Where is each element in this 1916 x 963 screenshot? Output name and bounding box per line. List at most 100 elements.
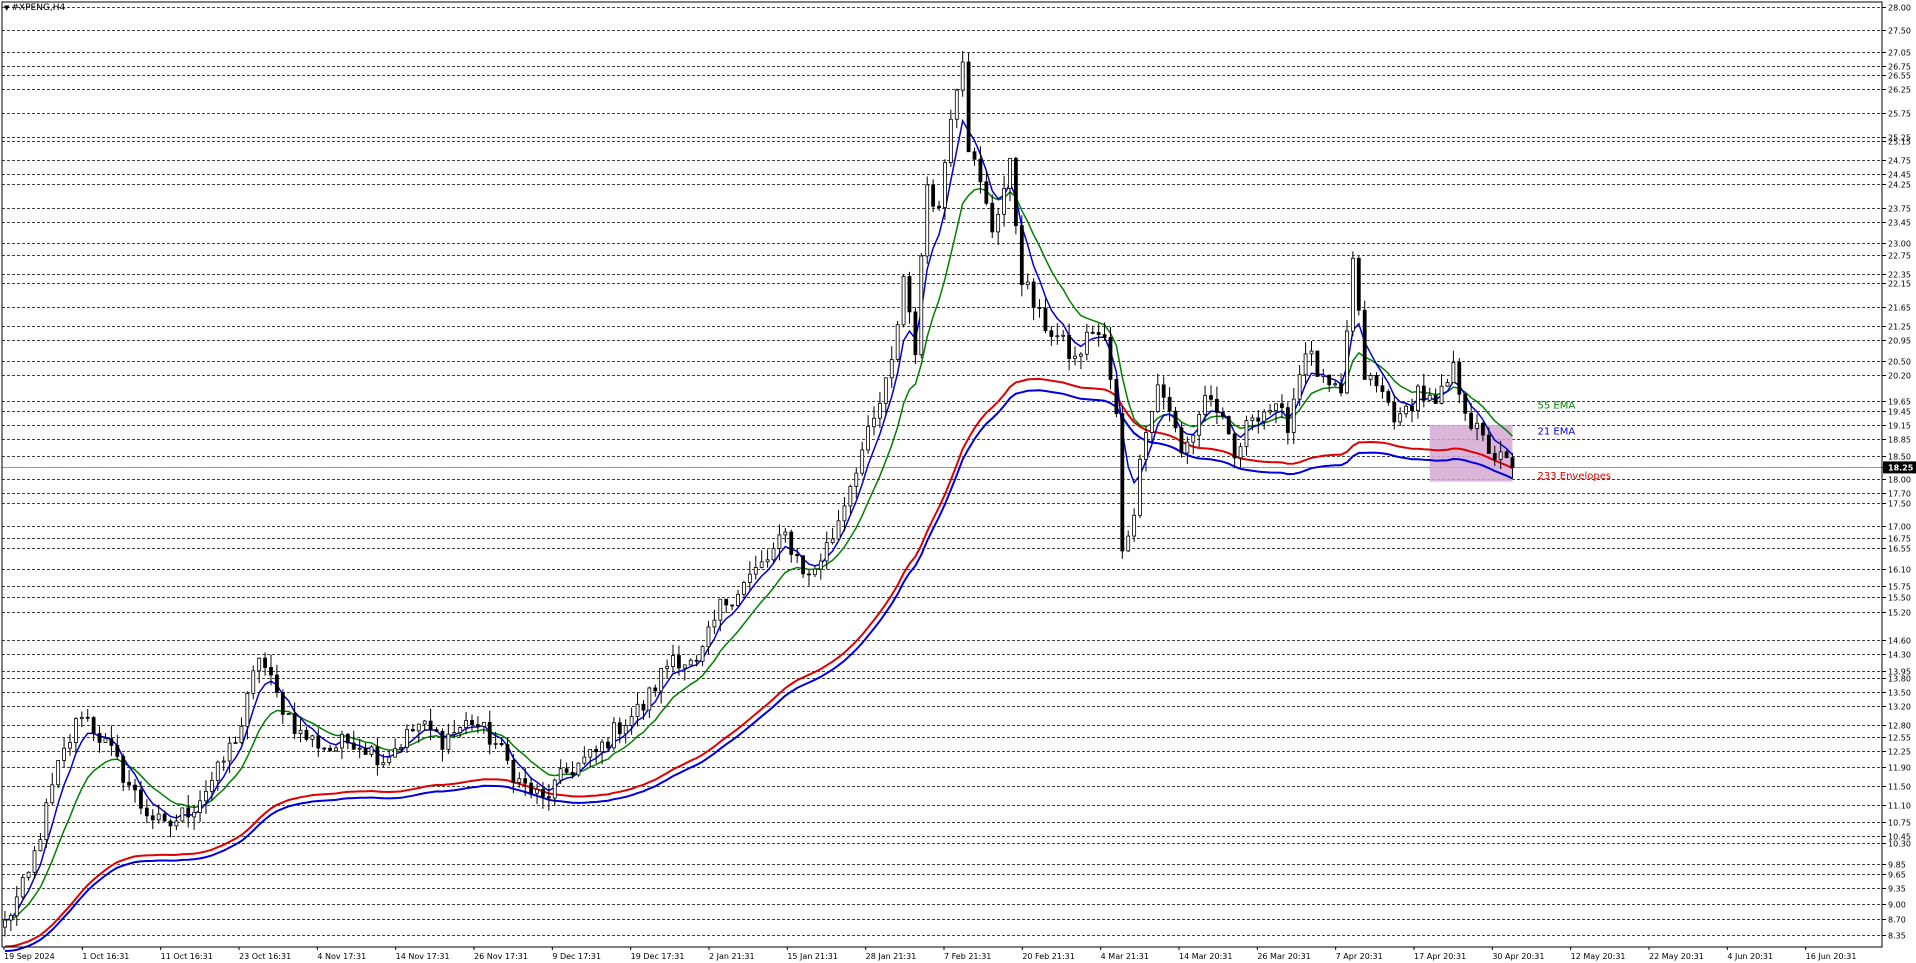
y-tick-label: 15.20 — [1888, 609, 1911, 618]
candle-body — [665, 665, 669, 669]
candle-body — [1268, 410, 1273, 413]
x-tick-label: 4 Nov 17:31 — [317, 952, 366, 961]
candle-body — [351, 742, 356, 750]
y-tick-label: 22.35 — [1888, 271, 1911, 280]
candle-body — [1498, 451, 1503, 460]
candle-body — [8, 915, 13, 921]
y-tick-label: 11.50 — [1888, 783, 1911, 792]
candle-body — [742, 582, 746, 595]
candle-body — [1013, 157, 1018, 227]
candle-body — [345, 733, 350, 744]
candle-body — [1368, 375, 1373, 380]
x-tick-label: 7 Apr 20:31 — [1336, 952, 1383, 961]
x-tick-label: 28 Jan 21:31 — [866, 952, 917, 961]
candle-body — [109, 738, 114, 746]
y-tick-label: 13.80 — [1888, 675, 1911, 684]
candle-body — [1416, 385, 1420, 411]
candle-body — [32, 850, 37, 873]
candle-body — [1173, 410, 1178, 429]
candle-body — [38, 839, 43, 852]
candle-body — [1025, 281, 1030, 286]
y-tick-label: 11.10 — [1888, 802, 1911, 811]
envelope-lower-line — [4, 389, 1513, 952]
candle-body — [1138, 458, 1142, 516]
candle-body — [1274, 403, 1278, 411]
candle-body — [984, 181, 989, 204]
candle-body — [1043, 307, 1048, 332]
y-tick-label: 13.20 — [1888, 703, 1911, 712]
candle-body — [186, 807, 191, 818]
candle-body — [606, 741, 610, 749]
candle-body — [26, 871, 31, 878]
y-tick-label: 24.25 — [1888, 181, 1911, 190]
candle-body — [1315, 350, 1320, 377]
candle-body — [777, 534, 782, 549]
y-tick-label: 20.20 — [1888, 372, 1911, 381]
candle-body — [1037, 307, 1042, 309]
y-tick-label: 22.75 — [1888, 252, 1911, 261]
candle-body — [529, 782, 534, 794]
candle-body — [192, 812, 197, 818]
candle-body — [1280, 403, 1284, 409]
y-tick-label: 28.00 — [1888, 4, 1911, 13]
ema-21-label: 21 EMA — [1538, 426, 1576, 437]
candle-body — [286, 713, 291, 715]
y-tick-label: 27.50 — [1888, 27, 1911, 36]
y-tick-label: 23.00 — [1888, 240, 1911, 249]
candle-body — [139, 789, 143, 809]
candle-body — [1427, 394, 1432, 401]
candle-body — [789, 531, 794, 555]
candle-body — [298, 729, 303, 734]
x-tick-label: 4 Jun 20:31 — [1727, 952, 1773, 961]
candle-body — [594, 748, 599, 753]
x-tick-label: 14 Nov 17:31 — [396, 952, 450, 961]
candle-body — [1392, 401, 1397, 423]
candle-body — [1120, 413, 1125, 552]
candle-body — [878, 402, 882, 419]
candle-body — [434, 729, 439, 732]
candle-body — [765, 559, 770, 563]
candle-body — [1285, 407, 1290, 433]
candle-body — [97, 733, 102, 743]
candle-body — [576, 762, 581, 776]
candle-body — [292, 713, 297, 734]
candle-body — [1451, 361, 1456, 384]
y-tick-label: 9.65 — [1888, 871, 1906, 880]
candle-body — [948, 118, 953, 164]
candle-body — [91, 717, 96, 734]
candle-body — [156, 813, 161, 821]
y-tick-label: 18.50 — [1888, 453, 1911, 462]
candle-body — [204, 790, 208, 802]
candle-body — [730, 604, 735, 607]
candle-body — [1350, 257, 1355, 332]
chart-title[interactable]: ▼ #XPENG,H4 — [4, 3, 65, 13]
candle-body — [795, 554, 800, 557]
candle-body — [901, 276, 906, 326]
candle-body — [860, 449, 865, 474]
candle-body — [387, 756, 392, 763]
x-tick-label: 9 Dec 17:31 — [552, 952, 601, 961]
candle-body — [541, 788, 545, 797]
dropdown-arrow-icon[interactable]: ▼ — [4, 4, 9, 12]
candle-body — [422, 720, 427, 725]
candle-body — [558, 768, 563, 781]
candle-body — [1084, 331, 1089, 355]
candle-body — [872, 417, 876, 428]
candle-body — [68, 742, 72, 749]
x-tick-label: 15 Jan 21:31 — [787, 952, 838, 961]
x-tick-label: 16 Jun 20:31 — [1806, 952, 1857, 961]
y-tick-label: 25.75 — [1888, 110, 1911, 119]
candle-body — [1203, 395, 1207, 415]
candle-body — [517, 778, 522, 783]
price-chart[interactable]: 55 EMA 21 EMA 233 Envelopes 28.00 27.50 27.0… — [0, 0, 1916, 963]
candle-body — [85, 716, 90, 719]
candle-body — [1492, 453, 1497, 460]
candle-body — [943, 162, 947, 208]
y-tick-label: 16.55 — [1888, 545, 1911, 554]
candle-body — [1297, 374, 1302, 400]
candle-body — [180, 807, 185, 822]
candle-body — [328, 747, 333, 752]
y-tick-label: 26.25 — [1888, 86, 1911, 95]
candle-body — [848, 485, 853, 507]
ema-55-label: 55 EMA — [1538, 400, 1576, 411]
